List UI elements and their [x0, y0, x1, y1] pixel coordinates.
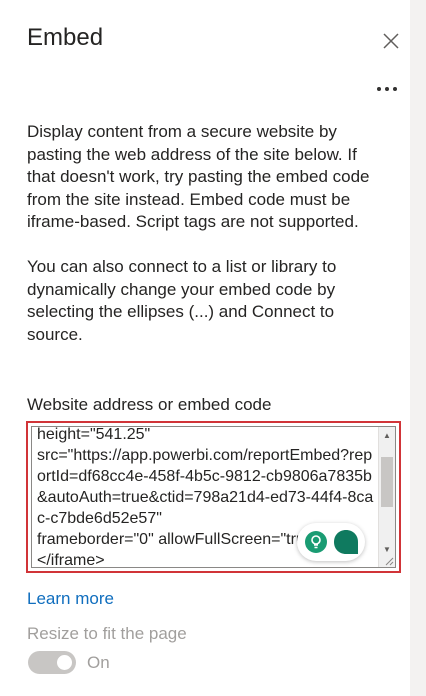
- close-button[interactable]: [380, 30, 402, 52]
- resize-toggle[interactable]: [28, 651, 76, 674]
- panel-scrollbar-track: [410, 0, 426, 696]
- textarea-scrollbar[interactable]: ▲ ▼: [378, 427, 395, 567]
- lightbulb-icon[interactable]: [305, 531, 327, 553]
- scrollbar-thumb[interactable]: [381, 457, 393, 507]
- chat-bubble-icon[interactable]: [332, 528, 360, 556]
- more-options-icon: [375, 87, 399, 91]
- resize-grip-icon[interactable]: [384, 556, 394, 566]
- toggle-knob: [57, 655, 72, 670]
- embed-field-label: Website address or embed code: [27, 395, 272, 414]
- learn-more-link[interactable]: Learn more: [27, 589, 114, 609]
- embed-panel: Embed Display content from a secure webs…: [0, 0, 410, 696]
- more-options-button[interactable]: [372, 78, 402, 100]
- panel-title: Embed: [27, 24, 104, 51]
- description-paragraph-1: Display content from a secure website by…: [27, 122, 370, 231]
- resize-to-fit-label: Resize to fit the page: [27, 624, 187, 643]
- toggle-state-label: On: [87, 653, 110, 672]
- assistant-floating-button[interactable]: [297, 523, 365, 561]
- description-paragraph-2: You can also connect to a list or librar…: [27, 257, 337, 344]
- scroll-down-arrow-icon[interactable]: ▼: [379, 541, 395, 557]
- close-icon: [383, 33, 399, 49]
- scroll-up-arrow-icon[interactable]: ▲: [379, 427, 395, 443]
